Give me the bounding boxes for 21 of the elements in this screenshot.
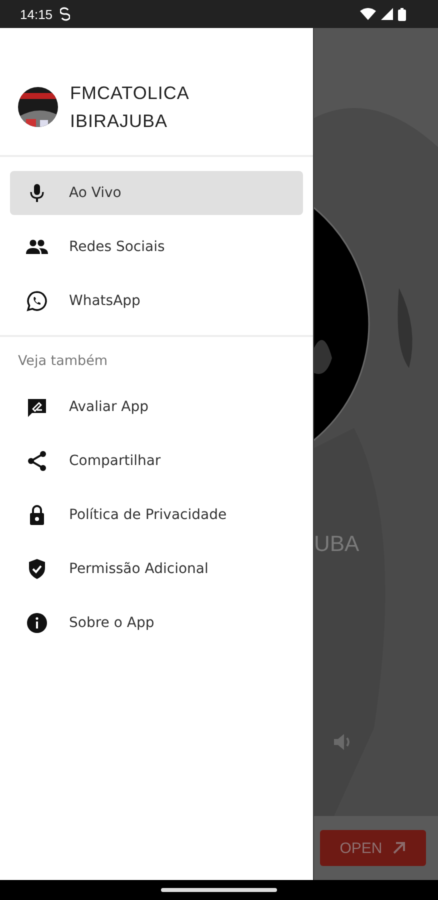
- section-heading: Veja também: [17, 352, 109, 371]
- signal-icon: [381, 8, 393, 20]
- menu-item[interactable]: Redes Sociais: [10, 225, 303, 269]
- menu-item[interactable]: Política de Privacidade: [10, 493, 303, 537]
- share-icon: [25, 449, 49, 473]
- station-title: FMCATOLICA IBIRAJUBA: [70, 82, 190, 133]
- whatsapp-icon: [25, 289, 49, 313]
- wifi-icon: [360, 8, 376, 20]
- station-logo-icon: [18, 87, 58, 127]
- info-icon: [25, 611, 49, 635]
- external-link-icon: [392, 841, 406, 855]
- home-handle[interactable]: [161, 888, 277, 892]
- menu-item[interactable]: Ao Vivo: [10, 171, 303, 215]
- status-time: 14:15: [20, 6, 53, 22]
- menu-item[interactable]: Sobre o App: [10, 601, 303, 645]
- menu-item[interactable]: WhatsApp: [10, 279, 303, 323]
- battery-icon: [398, 8, 406, 20]
- menu-item[interactable]: Avaliar App: [10, 385, 303, 429]
- menu-item[interactable]: Permissão Adicional: [10, 547, 303, 591]
- menu-item[interactable]: Compartilhar: [10, 439, 303, 483]
- sync-icon: [60, 7, 70, 21]
